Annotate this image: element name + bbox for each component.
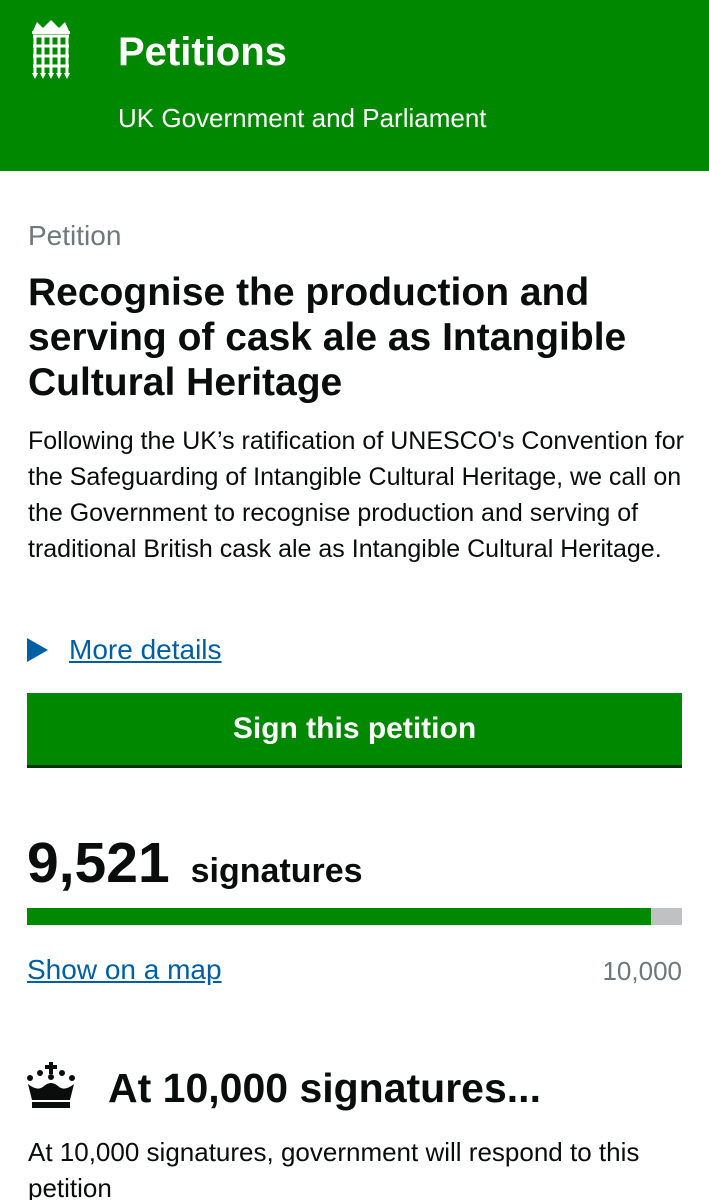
signature-progress-fill bbox=[27, 908, 651, 925]
site-subtitle: UK Government and Parliament bbox=[118, 103, 487, 133]
signature-label: signatures bbox=[190, 852, 363, 890]
signature-count: 9,521 signatures bbox=[27, 828, 363, 898]
site-name[interactable]: Petitions bbox=[118, 28, 287, 76]
petition-title: Recognise the production and serving of … bbox=[28, 271, 627, 404]
crown-icon bbox=[27, 1062, 75, 1108]
triangle-right-icon bbox=[27, 638, 48, 662]
signature-progress-bar bbox=[27, 908, 682, 925]
more-details-toggle[interactable]: More details bbox=[27, 630, 222, 670]
petition-caption: Petition bbox=[28, 220, 122, 251]
show-on-map-link[interactable]: Show on a map bbox=[27, 954, 222, 986]
more-details-link[interactable]: More details bbox=[69, 634, 222, 666]
sign-petition-button[interactable]: Sign this petition bbox=[27, 693, 682, 765]
signature-number: 9,521 bbox=[27, 831, 170, 895]
threshold-heading: At 10,000 signatures... bbox=[108, 1065, 541, 1111]
petition-description: Following the UK’s ratification of UNESC… bbox=[28, 427, 684, 563]
site-header: Petitions UK Government and Parliament bbox=[0, 0, 709, 171]
threshold-text: At 10,000 signatures, government will re… bbox=[28, 1137, 640, 1200]
signature-target: 10,000 bbox=[602, 956, 682, 986]
portcullis-icon bbox=[32, 20, 70, 79]
petition-page: Petitions UK Government and Parliament P… bbox=[0, 0, 709, 1200]
